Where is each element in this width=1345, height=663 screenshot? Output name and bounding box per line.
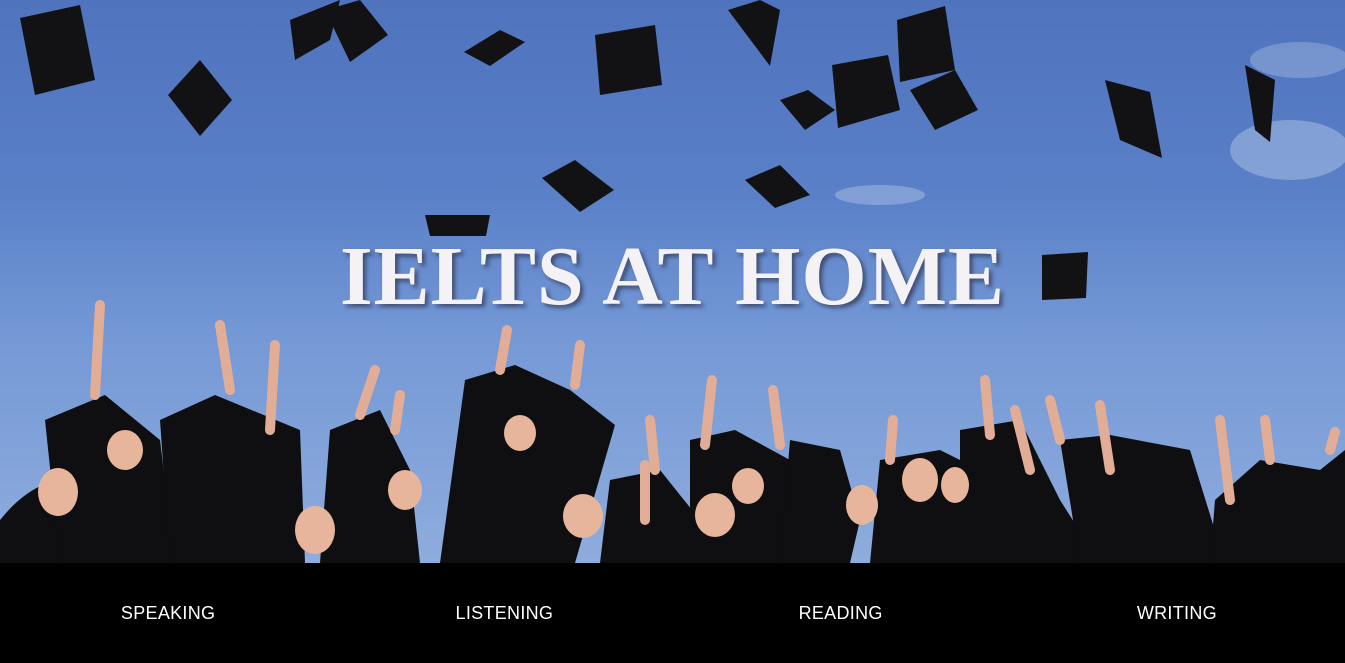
nav-speaking-link[interactable]: SPEAKING (0, 563, 336, 663)
main-nav: SPEAKING LISTENING READING WRITING (0, 563, 1345, 663)
site-title: IELTS AT HOME (339, 230, 1006, 323)
hero-banner: IELTS AT HOME (0, 0, 1345, 563)
nav-reading-link[interactable]: READING (673, 563, 1009, 663)
nav-listening-link[interactable]: LISTENING (336, 563, 672, 663)
nav-writing-link[interactable]: WRITING (1009, 563, 1345, 663)
